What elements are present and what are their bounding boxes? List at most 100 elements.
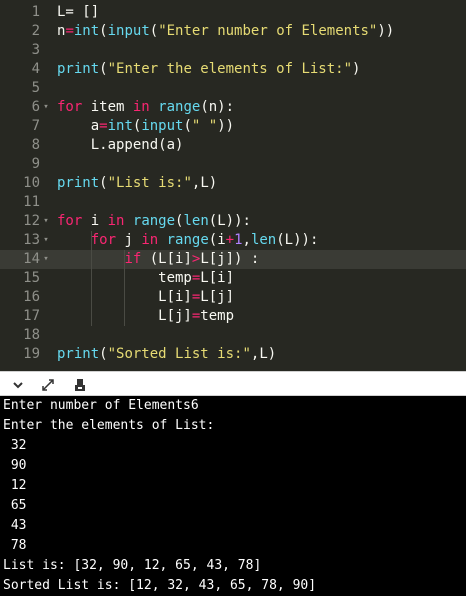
- code-token: (: [149, 23, 159, 39]
- code-token: len: [183, 213, 209, 229]
- fold-arrow-icon[interactable]: ▾: [41, 231, 51, 250]
- code-line[interactable]: 8 L.append(a): [0, 136, 466, 155]
- expand-arrows-icon: [42, 378, 54, 391]
- fold-arrow-icon[interactable]: ▾: [41, 212, 51, 231]
- collapse-chevron-icon: [13, 381, 23, 388]
- code-token: range: [158, 99, 201, 115]
- console-line: List is: [32, 90, 12, 65, 43, 78]: [3, 558, 262, 573]
- code-token: (: [183, 118, 192, 134]
- output-console: Enter number of Elements6 Enter the eleme…: [0, 396, 466, 596]
- code-text: L[i]=L[j]: [57, 288, 234, 307]
- code-text: L.append(a): [57, 136, 184, 155]
- code-token: L[i]: [200, 270, 235, 286]
- console-line: 90: [3, 458, 27, 473]
- code-token: L= []: [57, 4, 100, 20]
- code-line[interactable]: 11: [0, 193, 466, 212]
- code-text: print("Enter the elements of List:"): [57, 60, 360, 79]
- code-line[interactable]: 2 n=int(input("Enter number of Elements")…: [0, 22, 466, 41]
- code-token: print: [57, 346, 100, 362]
- code-text: print("List is:",L): [57, 174, 217, 193]
- code-line[interactable]: 17 L[j]=temp: [0, 307, 466, 326]
- code-token: ): [352, 61, 361, 77]
- code-token: =: [65, 23, 74, 39]
- indent-guide: [124, 250, 126, 326]
- line-number: 15: [23, 270, 40, 286]
- console-line: 65: [3, 498, 27, 513]
- code-line[interactable]: 12 ▾ for i in range(len(L)):: [0, 212, 466, 231]
- line-number: 5: [31, 80, 40, 96]
- line-number: 11: [23, 194, 40, 210]
- code-token: (n):: [200, 99, 235, 115]
- code-token: (: [99, 23, 108, 39]
- collapse-chevron-button[interactable]: [8, 375, 28, 394]
- console-line: Enter number of Elements6: [3, 398, 199, 413]
- copy-button[interactable]: [70, 375, 90, 394]
- code-line[interactable]: 5: [0, 79, 466, 98]
- console-line: 78: [3, 538, 27, 553]
- code-token: int: [73, 23, 100, 39]
- code-token: print: [57, 61, 100, 77]
- code-token: (L[i]: [141, 251, 192, 267]
- code-token: =: [99, 118, 108, 134]
- expand-button[interactable]: [38, 375, 58, 394]
- code-token: in: [141, 232, 159, 248]
- code-token: (i: [208, 232, 226, 248]
- code-line[interactable]: 1 L= []: [0, 3, 466, 22]
- code-text: for j in range(i+1,len(L)):: [57, 231, 319, 250]
- line-number: 8: [31, 137, 40, 153]
- code-token: range: [132, 213, 176, 229]
- code-token: ,L): [250, 346, 277, 362]
- code-line[interactable]: 4 print("Enter the elements of List:"): [0, 60, 466, 79]
- line-number: 6: [31, 99, 40, 115]
- code-token: L[j]: [200, 289, 235, 305]
- copy-icon: [75, 378, 85, 391]
- code-token: item: [82, 99, 133, 115]
- code-line[interactable]: 3: [0, 41, 466, 60]
- code-token: "Sorted List is:": [107, 346, 251, 362]
- line-number: 1: [31, 4, 40, 20]
- code-line[interactable]: 19 print("Sorted List is:",L): [0, 345, 466, 364]
- code-editor[interactable]: 1 L= [] 2 n=int(input("Enter number of Elem…: [0, 0, 466, 371]
- line-number: 19: [23, 346, 40, 362]
- code-token: ,L): [191, 175, 218, 191]
- code-token: in: [132, 99, 150, 115]
- code-token: j: [116, 232, 142, 248]
- code-token: (: [99, 61, 108, 77]
- fold-arrow-icon[interactable]: ▾: [41, 250, 51, 269]
- output-toolbar: [0, 371, 466, 396]
- line-number: 4: [31, 61, 40, 77]
- console-line: 43: [3, 518, 27, 533]
- code-token: in: [107, 213, 125, 229]
- code-line[interactable]: 7 a=int(input(" ")): [0, 117, 466, 136]
- code-line[interactable]: 9: [0, 155, 466, 174]
- code-token: print: [57, 175, 100, 191]
- code-token: for: [90, 232, 117, 248]
- code-token: temp: [200, 308, 235, 324]
- code-token: for: [57, 213, 83, 229]
- code-token: (L)):: [208, 213, 251, 229]
- fold-arrow-icon[interactable]: ▾: [41, 98, 51, 117]
- line-number: 17: [23, 308, 40, 324]
- code-line[interactable]: 6 ▾ for item in range(n):: [0, 98, 466, 117]
- line-number: 3: [31, 42, 40, 58]
- console-line: 32: [3, 438, 27, 453]
- line-number: 12: [23, 213, 40, 229]
- code-token: 1: [234, 232, 243, 248]
- line-number: 10: [23, 175, 40, 191]
- code-line[interactable]: 10 print("List is:",L): [0, 174, 466, 193]
- code-line[interactable]: 15 temp=L[i]: [0, 269, 466, 288]
- code-text: for i in range(len(L)):: [57, 212, 251, 231]
- line-number: 14: [23, 251, 40, 267]
- console-line: Enter the elements of List:: [3, 418, 215, 433]
- code-line[interactable]: 18: [0, 326, 466, 345]
- code-token: (: [99, 346, 108, 362]
- console-line: 12: [3, 478, 27, 493]
- code-line[interactable]: 16 L[i]=L[j]: [0, 288, 466, 307]
- code-line[interactable]: 14 ▾ if (L[i]>L[j]) :: [0, 250, 466, 269]
- code-line[interactable]: 13 ▾ for j in range(i+1,len(L)):: [0, 231, 466, 250]
- code-token: len: [250, 232, 277, 248]
- code-token: L.append(a): [57, 137, 184, 153]
